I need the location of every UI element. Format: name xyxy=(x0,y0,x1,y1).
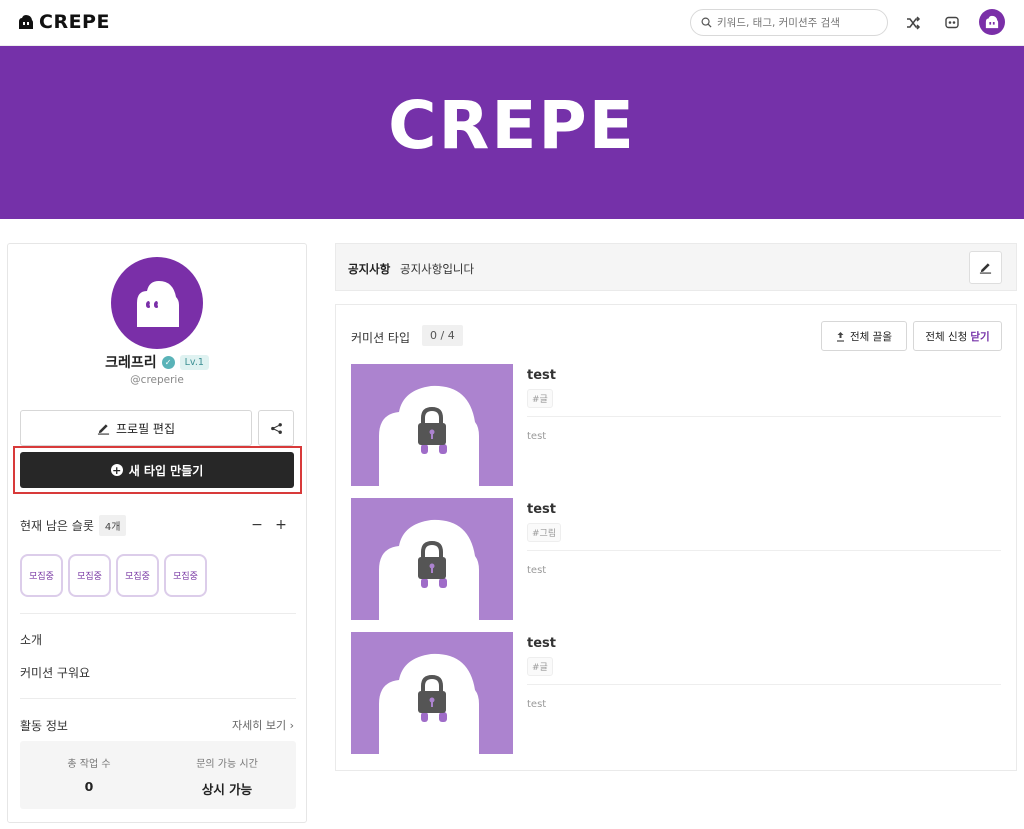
notice-edit-button[interactable] xyxy=(969,251,1002,284)
pull-up-icon xyxy=(837,331,844,342)
level-badge: Lv.1 xyxy=(179,354,209,370)
type-title: test xyxy=(527,368,556,383)
search-icon xyxy=(701,17,712,28)
type-description: test xyxy=(527,431,547,442)
type-thumbnail xyxy=(351,364,513,486)
notice-bar: 공지사항 공지사항입니다 xyxy=(335,243,1017,291)
top-header: CREPE xyxy=(0,0,1024,46)
commission-type-card[interactable]: test #그림 test xyxy=(351,498,1001,620)
slot-chip[interactable]: 모집중 xyxy=(116,554,159,597)
shuffle-icon[interactable] xyxy=(902,12,924,34)
pull-all-button[interactable]: 전체 끌올 xyxy=(821,321,907,351)
type-tag: #글 xyxy=(527,389,553,408)
notice-text: 공지사항입니다 xyxy=(400,262,475,276)
logo-text: CREPE xyxy=(39,11,110,33)
stat-inquiry-time: 문의 가능 시간 상시 가능 xyxy=(158,755,296,798)
profile-name-row: 크레프리 ✓ Lv.1 xyxy=(8,352,306,372)
chat-icon[interactable] xyxy=(941,12,963,34)
pull-all-label: 전체 끌올 xyxy=(850,330,892,343)
slot-chips: 모집중 모집중 모집중 모집중 xyxy=(20,554,207,597)
pencil-icon xyxy=(97,423,110,435)
verified-icon: ✓ xyxy=(161,355,175,369)
slot-chip[interactable]: 모집중 xyxy=(68,554,111,597)
type-title: test xyxy=(527,636,556,651)
logo-icon xyxy=(19,15,33,29)
pencil-icon xyxy=(979,263,992,274)
new-type-button[interactable]: + 새 타입 만들기 xyxy=(20,452,294,488)
profile-name: 크레프리 xyxy=(105,355,157,371)
share-button[interactable] xyxy=(258,410,294,446)
activity-more-link[interactable]: 자세히 보기 › xyxy=(232,717,294,733)
type-title: test xyxy=(527,502,556,517)
intro-text: 커미션 구워요 xyxy=(20,666,91,680)
type-thumbnail xyxy=(351,498,513,620)
banner-title: CREPE xyxy=(388,87,636,164)
divider xyxy=(527,416,1001,417)
share-icon xyxy=(270,422,282,434)
stat-value: 상시 가능 xyxy=(201,782,253,797)
type-description: test xyxy=(527,565,547,576)
user-avatar[interactable] xyxy=(979,9,1005,35)
divider xyxy=(20,698,296,699)
profile-handle: @creperie xyxy=(130,374,184,386)
stat-label: 총 작업 수 xyxy=(67,759,111,770)
notice-label: 공지사항 xyxy=(348,262,391,276)
activity-stats: 총 작업 수 0 문의 가능 시간 상시 가능 xyxy=(20,741,296,809)
search-input[interactable] xyxy=(717,16,877,29)
types-title: 커미션 타입 xyxy=(351,331,411,345)
slots-label: 현재 남은 슬롯 xyxy=(20,519,94,533)
apply-all-label: 전체 신청 xyxy=(925,330,968,343)
profile-avatar xyxy=(111,257,203,349)
stat-value: 0 xyxy=(84,779,94,794)
commission-types-panel: 커미션 타입 0 / 4 전체 끌올 전체 신청 닫기 test #글 test xyxy=(335,304,1017,771)
slots-count: 4개 xyxy=(98,515,127,536)
slot-decrease-button[interactable]: − xyxy=(249,517,265,533)
divider xyxy=(527,684,1001,685)
slot-increase-button[interactable]: + xyxy=(273,517,289,533)
logo[interactable]: CREPE xyxy=(18,11,110,33)
divider xyxy=(20,613,296,614)
new-type-label: 새 타입 만들기 xyxy=(128,463,204,478)
type-tag: #그림 xyxy=(527,523,562,542)
type-tag: #글 xyxy=(527,657,553,676)
apply-all-state: 닫기 xyxy=(970,330,990,343)
apply-all-toggle-button[interactable]: 전체 신청 닫기 xyxy=(913,321,1002,351)
type-description: test xyxy=(527,699,547,710)
commission-type-card[interactable]: test #글 test xyxy=(351,632,1001,754)
edit-profile-label: 프로필 편집 xyxy=(115,421,175,436)
types-count: 0 / 4 xyxy=(422,325,463,346)
plus-circle-icon: + xyxy=(110,463,123,477)
profile-banner: CREPE xyxy=(0,46,1024,219)
edit-profile-button[interactable]: 프로필 편집 xyxy=(20,410,252,446)
stat-label: 문의 가능 시간 xyxy=(196,759,258,770)
commission-type-card[interactable]: test #글 test xyxy=(351,364,1001,486)
stat-total-works: 총 작업 수 0 xyxy=(20,755,158,794)
activity-title: 활동 정보 xyxy=(20,719,68,733)
slot-chip[interactable]: 모집중 xyxy=(20,554,63,597)
intro-title: 소개 xyxy=(20,633,43,647)
slot-chip[interactable]: 모집중 xyxy=(164,554,207,597)
type-thumbnail xyxy=(351,632,513,754)
divider xyxy=(527,550,1001,551)
profile-panel: 크레프리 ✓ Lv.1 @creperie 프로필 편집 + 새 타입 만들기 … xyxy=(7,243,307,823)
search-bar[interactable] xyxy=(690,9,888,36)
